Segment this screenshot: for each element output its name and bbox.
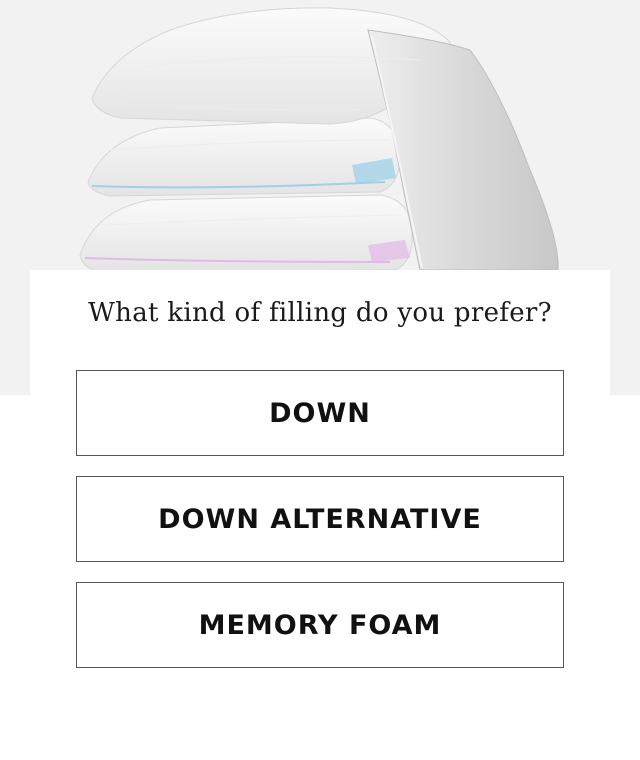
option-memory-foam-button[interactable]: MEMORY FOAM	[76, 582, 564, 668]
option-down-button[interactable]: DOWN	[76, 370, 564, 456]
option-label: MEMORY FOAM	[198, 609, 442, 641]
option-label: DOWN	[269, 397, 371, 429]
question-heading: What kind of filling do you prefer?	[88, 298, 552, 328]
option-label: DOWN ALTERNATIVE	[158, 503, 482, 535]
option-down-alternative-button[interactable]: DOWN ALTERNATIVE	[76, 476, 564, 562]
